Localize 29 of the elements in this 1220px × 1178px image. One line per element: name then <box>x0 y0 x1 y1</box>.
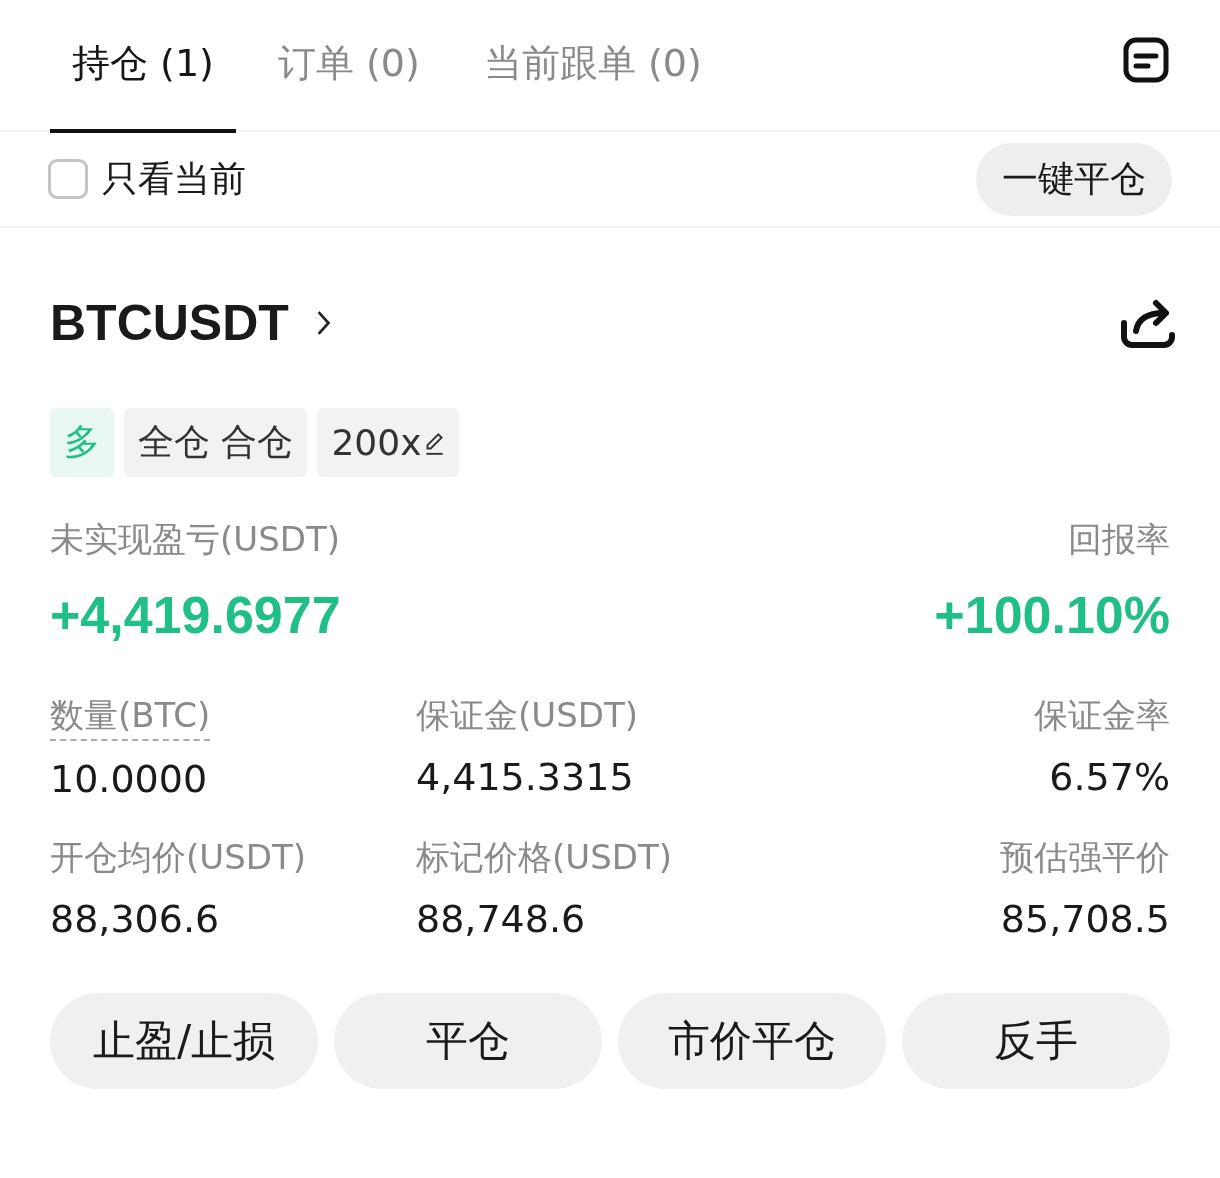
action-button[interactable]: 平仓 <box>334 993 602 1089</box>
side-tag: 多 <box>50 408 114 477</box>
stat-label: 保证金率 <box>1034 694 1170 737</box>
close-all-button[interactable]: 一键平仓 <box>976 142 1172 216</box>
pnl-value: +4,419.6977 <box>50 585 341 645</box>
stat-value: 10.0000 <box>50 757 208 801</box>
stat-label: 预估强平价 <box>1000 836 1170 879</box>
action-button[interactable]: 反手 <box>902 993 1170 1089</box>
stat-value: 85,708.5 <box>1000 897 1170 941</box>
stat-value: 88,306.6 <box>50 897 220 941</box>
tab[interactable]: 持仓 (1) <box>50 0 236 133</box>
action-button[interactable]: 市价平仓 <box>618 993 886 1089</box>
stat-label: 保证金(USDT) <box>416 694 638 737</box>
margin-mode-tag: 全仓 合仓 <box>124 408 308 477</box>
leverage-tag[interactable]: 200x <box>317 408 460 477</box>
checkbox[interactable] <box>48 159 88 199</box>
checkbox-label: 只看当前 <box>102 156 246 201</box>
roe-label: 回报率 <box>1068 518 1170 561</box>
document-icon[interactable] <box>1122 36 1170 84</box>
stat-label: 标记价格(USDT) <box>416 836 672 879</box>
stat-value: 4,415.3315 <box>416 755 634 799</box>
roe-value: +100.10% <box>934 585 1170 645</box>
share-icon[interactable] <box>1120 297 1176 349</box>
stat-value: 88,748.6 <box>416 897 586 941</box>
pnl-label: 未实现盈亏(USDT) <box>50 518 340 561</box>
stat-label: 开仓均价(USDT) <box>50 836 306 879</box>
stat-value: 6.57% <box>1049 755 1170 799</box>
action-button[interactable]: 止盈/止损 <box>50 993 318 1089</box>
symbol-link[interactable]: BTCUSDT <box>50 294 289 352</box>
